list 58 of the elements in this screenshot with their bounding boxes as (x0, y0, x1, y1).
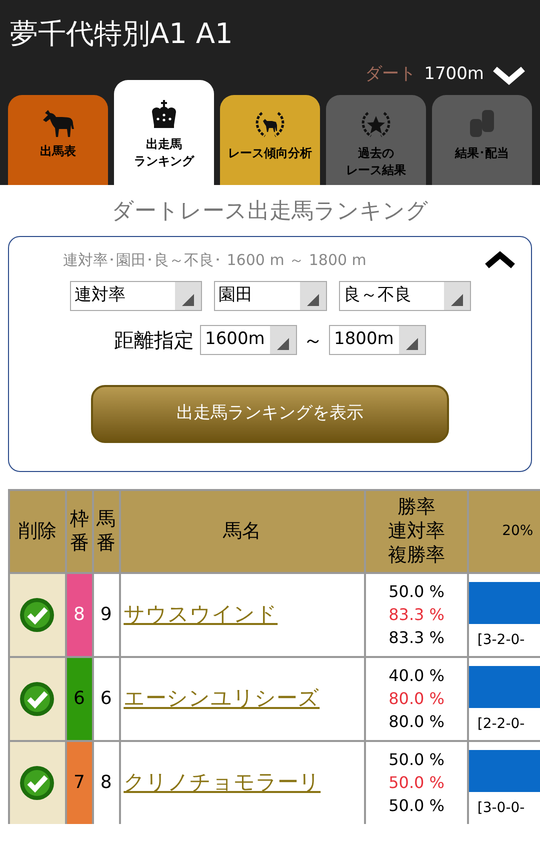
rate-bar (469, 666, 540, 708)
column-header: 20% (502, 522, 534, 540)
quinella-rate: 83.3 % (388, 604, 444, 626)
win-rate: 50.0 % (388, 581, 444, 603)
frame-cell: 7 (66, 742, 94, 824)
horse-number: 9 (100, 603, 112, 627)
check-icon[interactable] (19, 680, 56, 716)
quinella-rate: 80.0 % (388, 688, 444, 710)
triangle-icon (182, 294, 194, 306)
win-rate: 50.0 % (388, 749, 444, 771)
triangle-icon (406, 338, 418, 350)
dropdown[interactable]: 園田 (214, 281, 326, 311)
column-header: 削除 (18, 519, 56, 543)
triangle-icon (277, 338, 289, 350)
race-title: 夢千代特別A1 A1 (10, 16, 234, 52)
distance-filter-label: 距離指定 (114, 327, 194, 354)
check-icon[interactable] (19, 596, 56, 632)
race-record: [3-0-0- (476, 798, 526, 818)
crown-icon (149, 100, 179, 130)
horse-number: 6 (100, 687, 112, 711)
triangle-icon (306, 294, 318, 306)
show-rate: 50.0 % (388, 795, 444, 817)
horse-number: 8 (100, 771, 112, 795)
frame-cell: 8 (66, 574, 94, 656)
race-record: [3-2-0- (476, 630, 526, 650)
dropdown[interactable]: 良～不良 (338, 281, 470, 311)
check-icon[interactable] (19, 764, 56, 800)
column-header: 枠 番 (70, 507, 89, 555)
triangle-icon (450, 294, 462, 306)
horse-name-link[interactable]: サウスウインド (124, 598, 278, 630)
tab[interactable]: 出馬表 (8, 94, 108, 184)
distance-label: 1700m (424, 63, 484, 86)
section-title: ダートレース出走馬ランキング (110, 198, 430, 226)
show-rate: 83.3 % (388, 627, 444, 649)
dropdown[interactable]: 1600m (200, 325, 297, 355)
tab[interactable]: 出走馬 ランキング (114, 80, 214, 184)
dropdown[interactable]: 1800m (329, 325, 426, 355)
show-rate: 80.0 % (388, 711, 444, 733)
horse-icon (41, 108, 75, 136)
dropdown[interactable]: 連対率 (70, 281, 202, 311)
column-header: 馬 番 (96, 507, 116, 555)
frame-cell: 6 (66, 658, 94, 740)
win-rate: 40.0 % (388, 665, 444, 687)
race-record: [2-2-0- (476, 714, 526, 734)
range-separator: ～ (303, 327, 323, 354)
coins-icon (467, 108, 497, 138)
rate-bar (469, 582, 540, 624)
quinella-rate: 50.0 % (388, 772, 444, 794)
filter-summary: 連対率･園田･良～不良･ 1600 m ～ 1800 m (62, 250, 366, 270)
rate-bar (469, 750, 540, 792)
tab[interactable]: レース傾向分析 (220, 94, 320, 184)
horse-name-link[interactable]: クリノチョモラーリ (124, 766, 321, 798)
column-header: 馬名 (223, 519, 262, 543)
collapse-icon[interactable] (483, 248, 517, 271)
surface-label: ダート (365, 63, 416, 86)
column-header: 勝率 連対率 複勝率 (388, 495, 446, 567)
show-ranking-button[interactable]: 出走馬ランキングを表示 (91, 385, 449, 443)
horse-name-link[interactable]: エーシンユリシーズ (124, 682, 320, 714)
